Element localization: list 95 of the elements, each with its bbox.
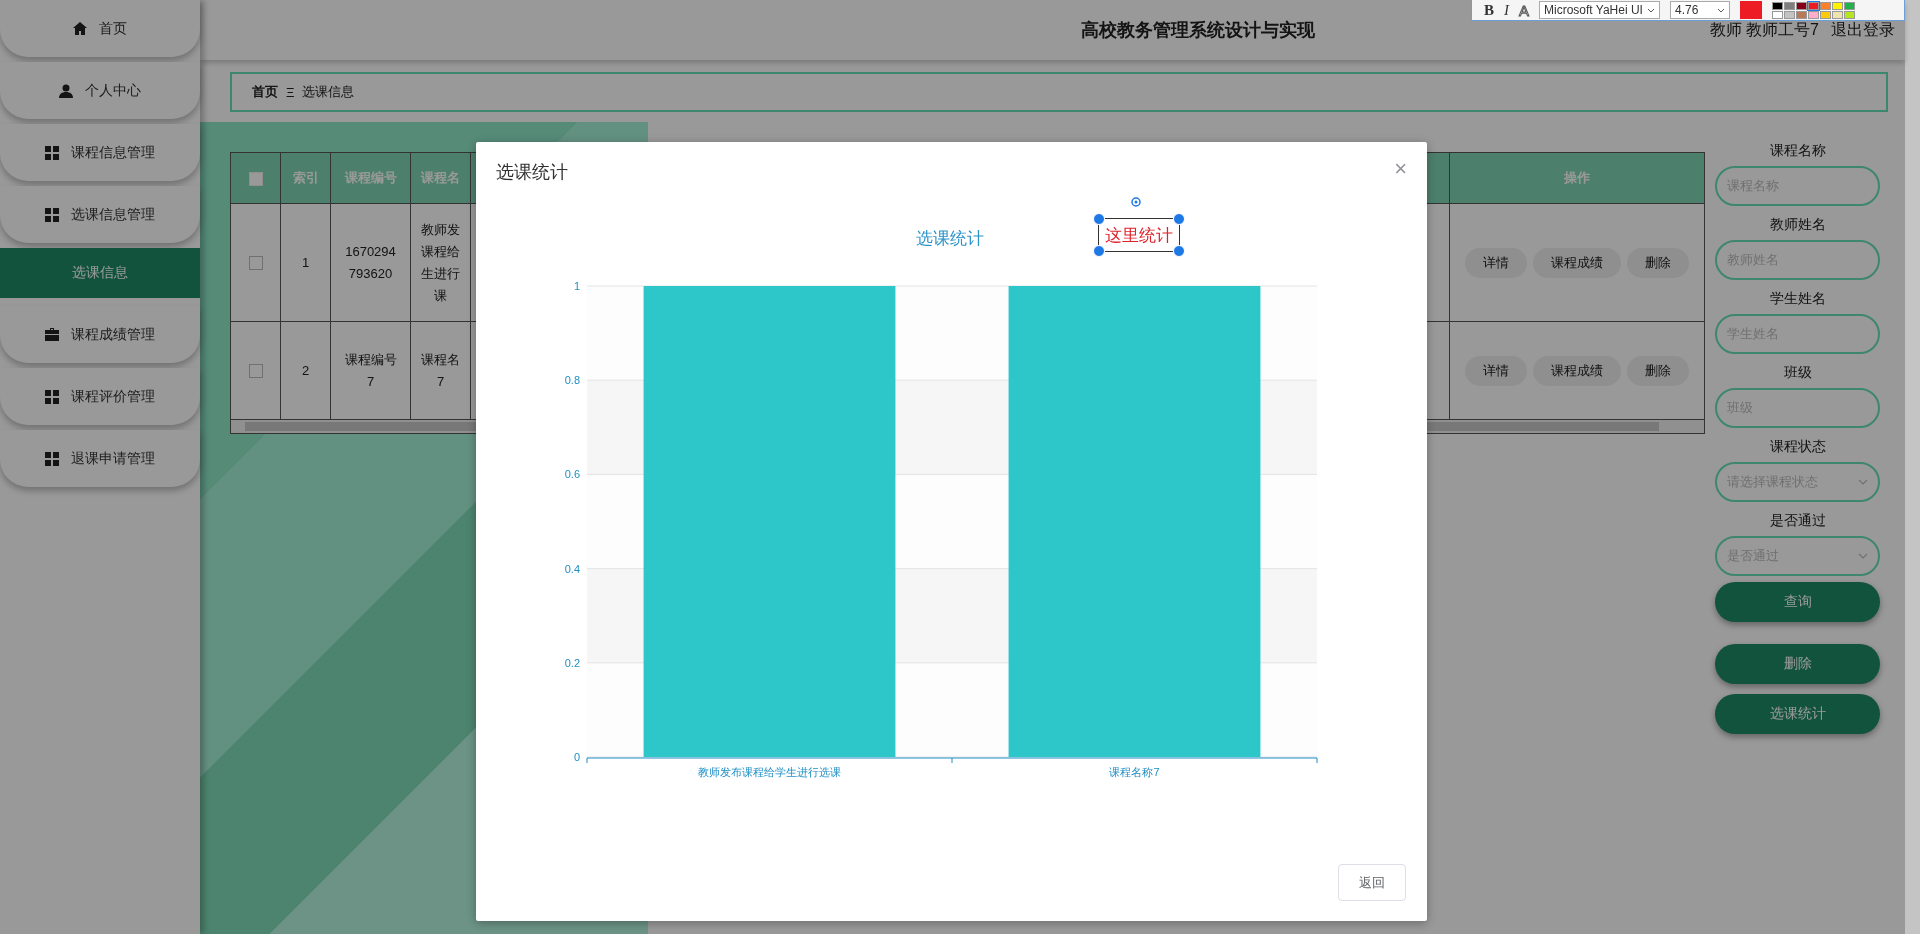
chevron-down-icon — [1716, 7, 1725, 13]
table-cell: 生进行 — [421, 265, 460, 281]
table-cell: 7 — [436, 373, 445, 389]
stats-button[interactable]: 选课统计 — [1715, 694, 1880, 734]
details-button[interactable]: 详情 — [1465, 247, 1527, 278]
details-button[interactable]: 详情 — [1465, 355, 1527, 386]
axis-category-label: 教师发布课程给学生进行选课 — [698, 766, 841, 778]
briefcase-icon — [45, 328, 59, 341]
column-header: 课程名 — [421, 170, 460, 185]
grid-icon — [45, 207, 59, 222]
table-cell: 课程给 — [421, 243, 460, 259]
column-header: 课程编号 — [344, 170, 397, 185]
color-swatch[interactable] — [1831, 10, 1843, 19]
current-color-button[interactable] — [1739, 1, 1762, 19]
menu-item[interactable]: 退课申请管理 — [0, 430, 200, 487]
color-swatch[interactable] — [1807, 1, 1819, 10]
color-swatch[interactable] — [1819, 1, 1831, 10]
axis-tick-label: 0.6 — [564, 468, 580, 481]
chevron-down-icon — [1858, 479, 1868, 485]
delete-button[interactable]: 删除 — [1627, 247, 1689, 278]
field-label: 课程状态 — [1768, 437, 1827, 456]
menu-item[interactable]: 课程成绩管理 — [0, 306, 200, 363]
field-label: 是否通过 — [1768, 511, 1827, 530]
color-swatch[interactable] — [1783, 1, 1795, 10]
page-title: 高校教务管理系统设计与实现 — [1080, 20, 1315, 40]
axis-tick-label: 0.4 — [564, 562, 580, 575]
bold-button[interactable]: B — [1484, 1, 1494, 19]
chart-title: 选课统计 — [916, 229, 984, 248]
menu-item[interactable]: 课程评价管理 — [0, 368, 200, 425]
axis-tick-label: 0 — [573, 751, 580, 763]
breadcrumb-current: 选课信息 — [302, 83, 355, 101]
breadcrumb-link[interactable]: 首页 — [252, 83, 278, 101]
field-label: 班级 — [1782, 363, 1813, 382]
table-cell: 课 — [434, 287, 447, 303]
logout-link[interactable]: 退出登录 — [1831, 19, 1895, 41]
search-button[interactable]: 查询 — [1715, 582, 1880, 622]
grid-icon — [45, 389, 59, 404]
menu-item[interactable]: 选课信息 — [0, 248, 200, 298]
resize-handle-icon[interactable] — [1173, 213, 1185, 225]
row-checkbox[interactable] — [248, 256, 263, 271]
table-cell: 课程编号 — [344, 351, 397, 367]
grades-button[interactable]: 课程成绩 — [1533, 247, 1621, 278]
column-header: 操作 — [1564, 170, 1590, 185]
table-cell: 7 — [366, 373, 375, 389]
close-button[interactable]: × — [1394, 156, 1407, 182]
person-icon — [59, 83, 73, 98]
row-checkbox[interactable] — [248, 364, 263, 379]
color-swatch[interactable] — [1831, 1, 1843, 10]
field-label: 学生姓名 — [1768, 289, 1827, 308]
chevron-down-icon — [1646, 7, 1655, 13]
home-icon — [73, 22, 87, 35]
color-swatch[interactable] — [1783, 10, 1795, 19]
field-label: 课程名称 — [1768, 141, 1827, 160]
axis-tick-label: 0.2 — [564, 656, 580, 669]
axis-tick-label: 1 — [573, 280, 580, 292]
rotate-icon — [1131, 197, 1141, 207]
grades-button[interactable]: 课程成绩 — [1533, 355, 1621, 386]
dialog-title: 选课统计 — [496, 161, 568, 184]
delete-button[interactable]: 删除 — [1715, 644, 1880, 684]
user-label: 教师 教师工号7 — [1709, 19, 1819, 40]
table-cell: 课程名 — [421, 351, 460, 367]
grid-icon — [45, 145, 59, 160]
chevron-down-icon — [1858, 553, 1868, 559]
menu-item[interactable]: 课程信息管理 — [0, 124, 200, 181]
color-swatch[interactable] — [1843, 10, 1855, 19]
table-cell: 2 — [301, 362, 310, 378]
grid-icon — [45, 451, 59, 466]
select-all-checkbox[interactable] — [248, 171, 263, 186]
resize-handle-icon[interactable] — [1093, 213, 1105, 225]
table-cell: 1670294 — [345, 243, 396, 259]
table-cell: 1 — [301, 254, 310, 270]
outline-button[interactable]: A — [1519, 1, 1530, 19]
color-swatch[interactable] — [1795, 1, 1807, 10]
font-select[interactable]: Microsoft YaHei UI — [1539, 1, 1660, 19]
back-button[interactable]: 返回 — [1338, 864, 1406, 901]
column-header: 索引 — [292, 170, 319, 185]
axis-tick-label: 0.8 — [564, 374, 580, 387]
menu-item[interactable]: 选课信息管理 — [0, 186, 200, 243]
resize-handle-icon[interactable] — [1173, 245, 1185, 257]
delete-button[interactable]: 删除 — [1627, 355, 1689, 386]
italic-button[interactable]: I — [1504, 1, 1509, 19]
color-swatch[interactable] — [1771, 1, 1783, 10]
table-cell: 教师发 — [421, 221, 460, 237]
axis-category-label: 课程名称7 — [1109, 766, 1160, 778]
color-swatch[interactable] — [1807, 10, 1819, 19]
resize-handle-icon[interactable] — [1093, 245, 1105, 257]
table-cell: 793620 — [348, 265, 393, 281]
color-swatch[interactable] — [1819, 10, 1831, 19]
breadcrumb-separator: Ξ — [286, 84, 295, 100]
size-select[interactable]: 4.76 — [1669, 1, 1730, 19]
color-swatch[interactable] — [1843, 1, 1855, 10]
menu-item[interactable]: 个人中心 — [0, 62, 200, 119]
color-swatch[interactable] — [1795, 10, 1807, 19]
field-label: 教师姓名 — [1768, 215, 1827, 234]
color-swatch[interactable] — [1771, 10, 1783, 19]
